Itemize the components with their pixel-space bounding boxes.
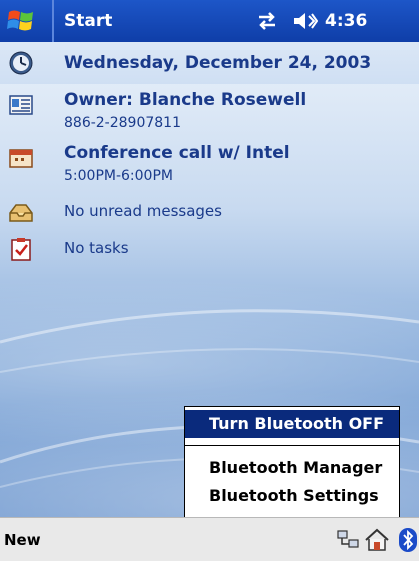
appointment-title[interactable]: Conference call w/ Intel xyxy=(64,143,290,163)
today-date: Wednesday, December 24, 2003 xyxy=(64,53,372,73)
title-separator xyxy=(52,0,54,42)
tasks-status[interactable]: No tasks xyxy=(64,239,129,257)
network-icon[interactable] xyxy=(336,528,360,552)
volume-icon[interactable] xyxy=(292,10,318,32)
calendar-icon[interactable] xyxy=(8,145,34,171)
bluetooth-icon[interactable] xyxy=(398,527,418,553)
clock[interactable]: 4:36 xyxy=(325,11,367,31)
clock-icon xyxy=(9,51,33,75)
menu-item-bluetooth-settings[interactable]: Bluetooth Settings xyxy=(185,482,399,510)
title-bar: Start 4:36 xyxy=(0,0,419,42)
bluetooth-menu: Turn Bluetooth OFF Bluetooth Manager Blu… xyxy=(184,406,400,518)
menu-separator xyxy=(185,445,399,446)
messages-status[interactable]: No unread messages xyxy=(64,202,222,220)
owner-card-icon[interactable] xyxy=(8,92,34,118)
tasks-icon[interactable] xyxy=(8,236,34,262)
owner-name[interactable]: Owner: Blanche Rosewell xyxy=(64,90,306,110)
start-menu-label[interactable]: Start xyxy=(64,11,112,31)
menu-item-turn-bluetooth-off[interactable]: Turn Bluetooth OFF xyxy=(185,410,399,438)
date-row[interactable]: Wednesday, December 24, 2003 xyxy=(0,42,419,84)
owner-phone[interactable]: 886-2-28907811 xyxy=(64,115,181,131)
home-icon[interactable] xyxy=(364,528,390,552)
appointment-time[interactable]: 5:00PM-6:00PM xyxy=(64,168,173,184)
menu-item-bluetooth-manager[interactable]: Bluetooth Manager xyxy=(185,454,399,482)
command-bar: New xyxy=(0,517,419,561)
windows-flag-icon[interactable] xyxy=(6,6,36,36)
connectivity-icon[interactable] xyxy=(255,10,279,32)
inbox-icon[interactable] xyxy=(8,199,34,225)
new-button[interactable]: New xyxy=(4,531,41,549)
